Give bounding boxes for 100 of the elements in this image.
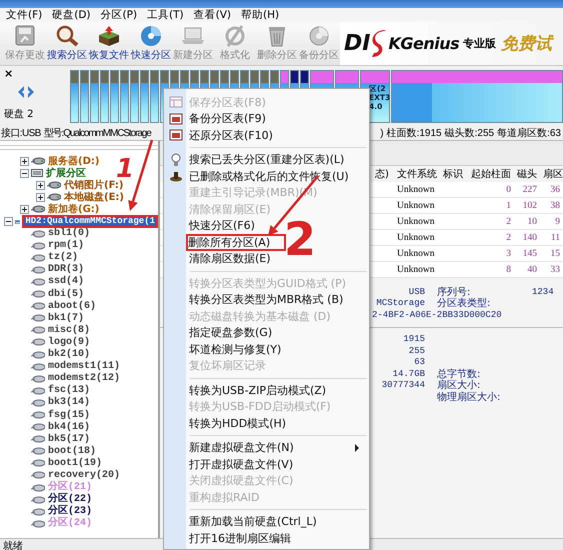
column-header[interactable]: 磁头 (514, 167, 540, 181)
tree-item[interactable]: fsc(13) (47, 385, 92, 396)
tree-item[interactable]: 新加卷(G:) (47, 204, 100, 215)
menu-item[interactable]: 文件(F) (3, 8, 46, 22)
tree-item[interactable]: DDR(3) (47, 264, 86, 276)
table-cell-text: 0 (505, 184, 512, 194)
drive-icon (31, 362, 45, 371)
detail-label: 分区表类型: (437, 296, 492, 310)
tree-item[interactable]: 代销图片(F:) (63, 180, 124, 191)
detail-label: 扇区大小: (437, 378, 482, 392)
menu-item[interactable]: 转换分区表类型为MBR格式 (B) (188, 293, 344, 306)
detail-value: 2-4BF2-A06E-2BB33D000C20 (372, 310, 502, 320)
collapse-icon[interactable] (20, 168, 29, 178)
menu-item[interactable]: 坏道检测与修复(Y) (188, 342, 282, 356)
tree-item[interactable]: 扩展分区 (45, 168, 87, 179)
drive-icon (31, 386, 45, 395)
tree-item[interactable]: misc(8) (47, 324, 92, 336)
tree-item[interactable]: ssd(4) (47, 276, 86, 288)
tree-item[interactable]: 服务器(D:) (47, 156, 100, 167)
partition-block[interactable] (70, 70, 79, 123)
table-cell-text: 102 (522, 200, 538, 210)
menu-item[interactable]: 打开虚拟硬盘文件(V) (188, 458, 294, 471)
partition-block[interactable] (391, 70, 563, 123)
tree-item[interactable]: modemst2(12) (47, 373, 122, 384)
bulb-icon (169, 152, 183, 167)
info-text: 磁头数:255 (444, 128, 494, 140)
partition-block[interactable] (110, 70, 119, 123)
partition-block[interactable] (100, 70, 109, 123)
menu-item[interactable]: 分区(P) (98, 8, 140, 22)
tree-item[interactable]: 分区(22) (47, 494, 94, 506)
toolbar-button[interactable]: 恢复文件 (88, 22, 130, 65)
table-cell-text: Unknown (396, 264, 436, 274)
expand-icon[interactable] (36, 192, 45, 202)
menu-item[interactable]: 转换为HDD模式(H) (188, 416, 288, 430)
tree-item[interactable]: boot1(19) (47, 458, 104, 469)
table-cell-text: Unknown (396, 216, 436, 226)
tree-item[interactable]: tz(2) (47, 252, 80, 264)
toolbar-button[interactable]: 搜索分区 (46, 22, 88, 65)
tree-item[interactable]: bk3(14) (47, 397, 92, 408)
menu-item[interactable]: 工具(T) (144, 8, 187, 22)
tree-item[interactable]: 分区(23) (47, 506, 94, 518)
menu-item[interactable]: 快速分区(F6) (188, 219, 256, 232)
table-cell-text: 145 (522, 248, 538, 258)
partition-block[interactable] (120, 70, 129, 123)
menu-item[interactable]: 指定硬盘参数(G) (188, 326, 274, 340)
tree-item[interactable]: fsg(15) (47, 410, 92, 421)
column-header[interactable]: 标识 (440, 167, 468, 181)
drive-icon (31, 374, 45, 383)
info-text: 型号:QualcommMMCStorage (44, 128, 151, 140)
save-icon (13, 25, 37, 47)
menu-item[interactable]: 新建虚拟硬盘文件(N) (188, 441, 295, 454)
menu-item[interactable]: 清除扇区数据(E) (188, 252, 272, 266)
partition-block[interactable] (130, 70, 139, 123)
tree-item[interactable]: logo(9) (47, 336, 92, 348)
tree-item[interactable]: bk2(10) (47, 349, 92, 360)
column-header[interactable]: 扇区 (540, 167, 563, 181)
menu-item[interactable]: 备份分区表(F9) (188, 112, 267, 126)
disc-icon (139, 25, 163, 47)
tree-item[interactable]: 本地磁盘(E:) (63, 192, 125, 203)
expand-icon[interactable] (20, 204, 29, 214)
tree-item[interactable]: bk1(7) (47, 312, 86, 324)
partition-block[interactable] (150, 70, 159, 123)
table-cell-text: 36 (550, 184, 561, 194)
detail-value: MCStorage (375, 298, 425, 308)
detail-value: 1915 (402, 334, 425, 344)
menu-item[interactable]: 还原分区表(F10) (188, 128, 274, 142)
detail-label: 物理扇区大小: (437, 390, 502, 404)
tree-item[interactable]: sbl1(0) (47, 228, 92, 240)
partition-block[interactable] (90, 70, 99, 123)
disc-icon (307, 25, 331, 47)
table-cell-text: 8 (505, 264, 512, 274)
menu-item[interactable]: 重新加载当前硬盘(Ctrl_L) (188, 515, 318, 528)
tree-item[interactable]: boot(18) (47, 446, 98, 457)
tree-item[interactable]: modemst1(11) (47, 361, 122, 372)
menu-item[interactable]: 硬盘(D) (49, 8, 94, 22)
menu-item[interactable]: 删除所有分区(A) (186, 234, 286, 251)
nav-arrows-icon[interactable] (16, 85, 36, 99)
drive-icon (31, 230, 45, 238)
tree-item[interactable]: aboot(6) (47, 300, 98, 312)
menu-item[interactable]: 转换为USB-ZIP启动模式(Z) (188, 384, 328, 397)
column-header[interactable]: 起始柱面 (468, 167, 514, 181)
partition-block[interactable] (80, 70, 89, 123)
column-header[interactable]: 态) (372, 167, 394, 181)
toolbar-button[interactable]: 快速分区 (130, 22, 172, 65)
tree-item[interactable]: HD2:QualcommMMCStorage(1 (22, 215, 158, 228)
collapse-icon[interactable] (4, 217, 13, 226)
menu-item[interactable]: 查看(V) (190, 8, 234, 22)
expand-icon[interactable] (20, 156, 29, 166)
menu-item[interactable]: 帮助(H) (238, 8, 282, 22)
expand-icon[interactable] (36, 180, 45, 190)
tree-item[interactable]: dbi(5) (47, 288, 86, 300)
tree-item[interactable]: rpm(1) (47, 240, 86, 252)
partition-block[interactable] (140, 70, 149, 123)
tree-item[interactable]: bk5(17) (47, 434, 92, 445)
tree-item[interactable]: bk4(16) (47, 422, 92, 433)
close-button[interactable]: × (4, 68, 12, 79)
stand-icon (169, 169, 183, 184)
column-header[interactable]: 文件系统 (394, 167, 440, 181)
menu-item[interactable]: 打开16进制扇区编辑 (188, 532, 292, 545)
tree-item[interactable]: recovery(20) (47, 470, 122, 481)
